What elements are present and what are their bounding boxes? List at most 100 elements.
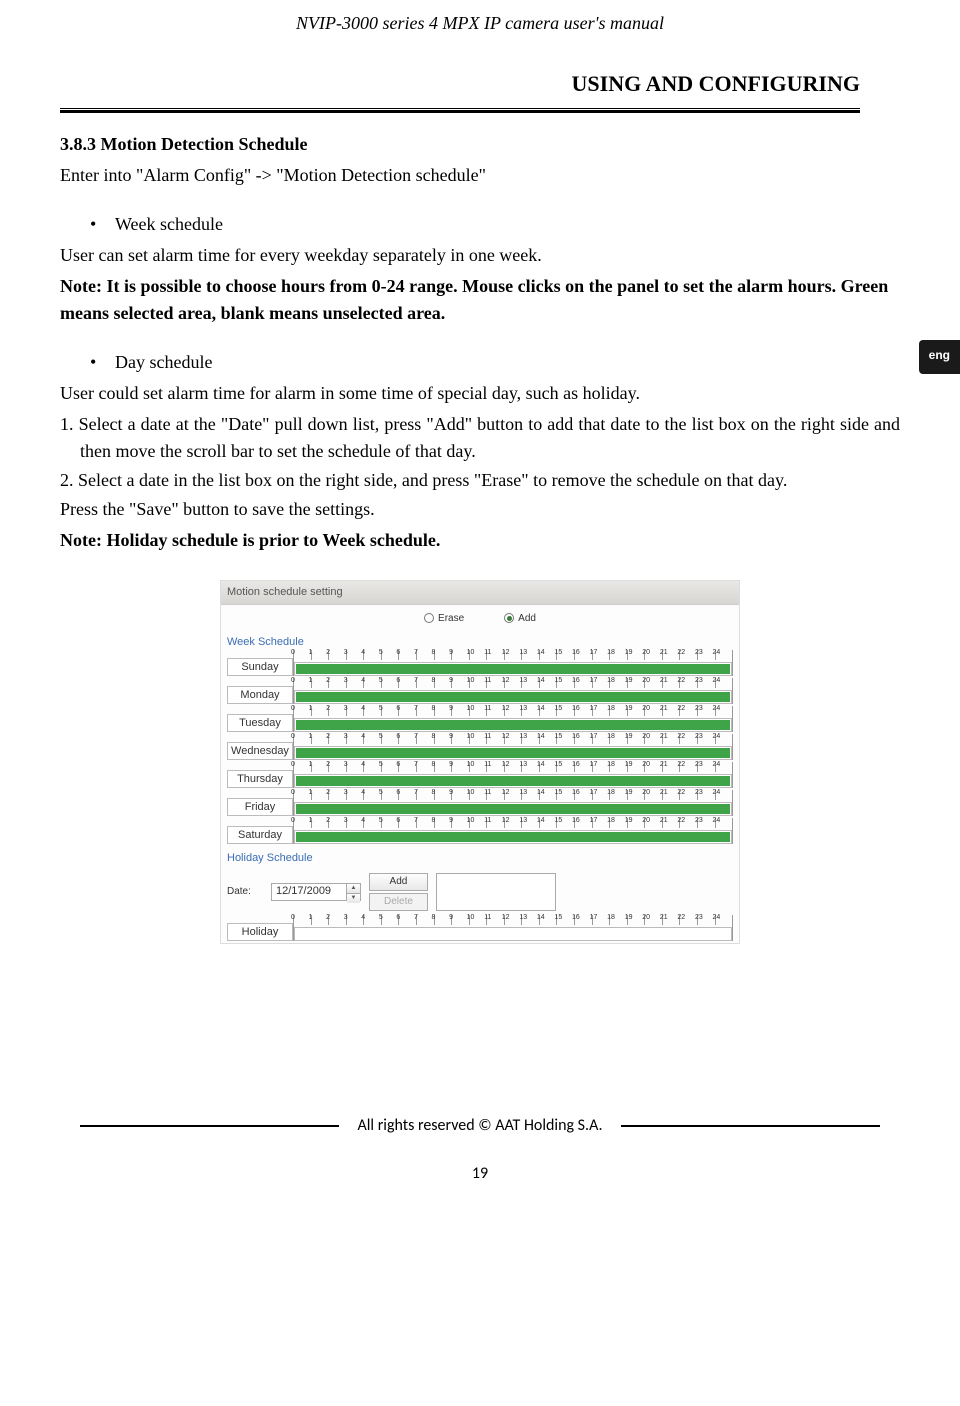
tick-label: 22 [677, 817, 685, 824]
erase-label-text: Erase [438, 611, 464, 626]
holiday-bar-track [294, 927, 732, 941]
tick-label: 8 [432, 649, 436, 656]
tick-label: 18 [607, 649, 615, 656]
tick-label: 18 [607, 677, 615, 684]
tick-label: 9 [449, 914, 453, 921]
bar-track [294, 718, 732, 732]
tick-label: 15 [554, 817, 562, 824]
day-timeline[interactable]: 0123456789101112131415161718192021222324 [293, 650, 733, 676]
tick-label: 0 [291, 733, 295, 740]
bar-fill [296, 804, 730, 814]
tick-label: 4 [361, 761, 365, 768]
tick-label: 23 [695, 761, 703, 768]
tick-label: 3 [344, 817, 348, 824]
tick-label: 24 [713, 761, 721, 768]
add-date-button[interactable]: Add [369, 873, 428, 891]
tick-label: 18 [607, 705, 615, 712]
chevron-down-icon[interactable]: ▼ [347, 894, 360, 903]
tick-label: 12 [502, 761, 510, 768]
tick-label: 8 [432, 733, 436, 740]
tick-label: 12 [502, 733, 510, 740]
tick-label: 19 [625, 789, 633, 796]
tick-label: 18 [607, 789, 615, 796]
page-number: 19 [80, 1162, 880, 1186]
tick-label: 0 [291, 677, 295, 684]
tick-label: 0 [291, 817, 295, 824]
tick-label: 14 [537, 761, 545, 768]
tick-label: 16 [572, 677, 580, 684]
holiday-timeline[interactable]: 0123456789101112131415161718192021222324 [293, 915, 733, 941]
tick-label: 14 [537, 677, 545, 684]
tick-label: 22 [677, 789, 685, 796]
day-timeline[interactable]: 0123456789101112131415161718192021222324 [293, 762, 733, 788]
tick-label: 13 [519, 649, 527, 656]
tick-label: 19 [625, 914, 633, 921]
erase-radio-label[interactable]: Erase [424, 611, 464, 626]
bar-track [294, 662, 732, 676]
mode-row: Erase Add [221, 605, 739, 630]
tick-label: 3 [344, 677, 348, 684]
tick-label: 23 [695, 677, 703, 684]
tick-label: 14 [537, 733, 545, 740]
tick-label: 13 [519, 817, 527, 824]
tick-label: 5 [379, 677, 383, 684]
holiday-group-label: Holiday Schedule [221, 846, 739, 867]
add-radio-label[interactable]: Add [504, 611, 536, 626]
day-name: Wednesday [227, 742, 293, 760]
tick-label: 23 [695, 914, 703, 921]
tick-label: 18 [607, 733, 615, 740]
date-spinner[interactable]: ▲ ▼ [346, 884, 360, 900]
delete-date-button[interactable]: Delete [369, 893, 428, 911]
tick-label: 19 [625, 817, 633, 824]
tick-label: 17 [590, 649, 598, 656]
tick-label: 16 [572, 817, 580, 824]
day-timeline[interactable]: 0123456789101112131415161718192021222324 [293, 734, 733, 760]
day-timeline[interactable]: 0123456789101112131415161718192021222324 [293, 790, 733, 816]
day-block: Tuesday012345678910111213141516171819202… [221, 706, 739, 734]
tick-label: 9 [449, 817, 453, 824]
tick-label: 7 [414, 761, 418, 768]
tick-label: 15 [554, 789, 562, 796]
radio-erase-icon [424, 613, 434, 623]
tick-label: 10 [467, 649, 475, 656]
tick-label: 20 [642, 817, 650, 824]
tick-label: 19 [625, 733, 633, 740]
tick-label: 10 [467, 761, 475, 768]
tick-label: 1 [309, 914, 313, 921]
day-name: Tuesday [227, 714, 293, 732]
tick-label: 0 [291, 789, 295, 796]
tick-label: 10 [467, 914, 475, 921]
doc-header-title: NVIP-3000 series 4 MPX IP camera user's … [60, 0, 900, 67]
tick-label: 15 [554, 761, 562, 768]
day-name: Friday [227, 798, 293, 816]
date-input[interactable]: 12/17/2009 ▲ ▼ [271, 883, 361, 901]
tick-label: 21 [660, 649, 668, 656]
tick-label: 21 [660, 914, 668, 921]
tick-label: 14 [537, 649, 545, 656]
day-timeline[interactable]: 0123456789101112131415161718192021222324 [293, 678, 733, 704]
tick-label: 6 [396, 677, 400, 684]
tick-label: 0 [291, 914, 295, 921]
day-timeline[interactable]: 0123456789101112131415161718192021222324 [293, 706, 733, 732]
tick-label: 4 [361, 649, 365, 656]
tick-label: 21 [660, 705, 668, 712]
tick-label: 14 [537, 817, 545, 824]
tick-label: 1 [309, 733, 313, 740]
day-timeline[interactable]: 0123456789101112131415161718192021222324 [293, 818, 733, 844]
tick-label: 10 [467, 733, 475, 740]
date-listbox[interactable] [436, 873, 556, 911]
tick-label: 12 [502, 789, 510, 796]
tick-label: 22 [677, 677, 685, 684]
tick-label: 11 [484, 789, 491, 796]
tick-label: 22 [677, 733, 685, 740]
tick-label: 13 [519, 705, 527, 712]
tick-label: 12 [502, 649, 510, 656]
chevron-up-icon[interactable]: ▲ [347, 884, 360, 894]
tick-label: 5 [379, 817, 383, 824]
tick-label: 21 [660, 733, 668, 740]
tick-label: 15 [554, 733, 562, 740]
bar-fill [296, 832, 730, 842]
date-value: 12/17/2009 [276, 883, 331, 900]
tick-label: 8 [432, 914, 436, 921]
tick-label: 22 [677, 761, 685, 768]
